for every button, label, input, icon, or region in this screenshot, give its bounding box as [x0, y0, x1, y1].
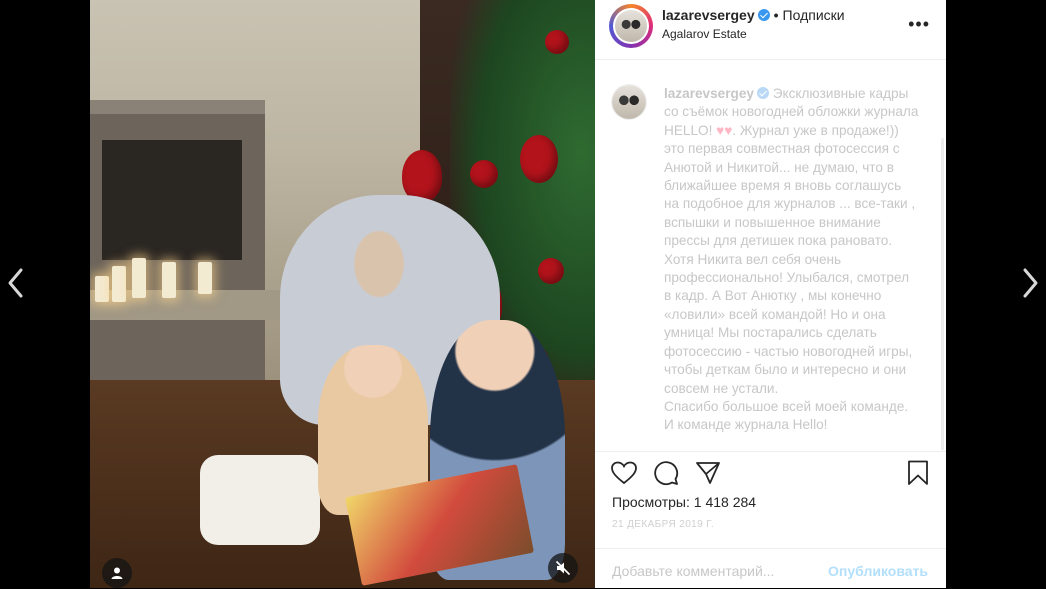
paper-plane-icon[interactable] — [693, 458, 723, 488]
ornament — [520, 135, 558, 183]
user-tag-icon[interactable] — [102, 558, 132, 588]
chevron-left-icon[interactable] — [4, 266, 28, 300]
location-link[interactable]: Agalarov Estate — [662, 27, 747, 41]
ornament — [402, 150, 442, 202]
bookmark-icon[interactable] — [903, 458, 933, 488]
more-options-icon[interactable]: ••• — [908, 14, 930, 35]
comment-bar: Опубликовать — [595, 548, 946, 589]
username-row: lazarevsergey • Подписки — [662, 7, 845, 23]
hearts-emoji: ♥♥ — [716, 122, 733, 138]
following-button[interactable]: Подписки — [783, 7, 845, 23]
ornament — [538, 258, 564, 284]
caption-area: lazarevsergey Эксклюзивные кадры со съём… — [595, 60, 946, 450]
muted-speaker-icon[interactable] — [548, 553, 578, 583]
candle — [112, 266, 126, 302]
comment-icon[interactable] — [651, 458, 681, 488]
chevron-right-icon[interactable] — [1018, 266, 1042, 300]
verified-badge-icon — [757, 9, 770, 21]
caption-body-continued: . Журнал уже в продаже!)) это первая сов… — [664, 122, 916, 396]
ornament — [545, 30, 569, 54]
caption-scrollbar[interactable] — [941, 138, 944, 450]
verified-badge-icon — [756, 87, 769, 99]
candle — [95, 276, 109, 302]
pillow — [200, 455, 320, 545]
caption-thanks: Спасибо большое всей моей команде. И ком… — [664, 398, 909, 433]
firebox — [102, 140, 242, 260]
username-link[interactable]: lazarevsergey — [662, 7, 755, 23]
view-count[interactable]: Просмотры: 1 418 284 — [612, 494, 756, 510]
post-video[interactable] — [90, 0, 595, 588]
candle — [132, 258, 146, 298]
heart-icon[interactable] — [609, 458, 639, 488]
avatar[interactable] — [609, 4, 653, 48]
post-header: lazarevsergey • Подписки Agalarov Estate •… — [595, 0, 946, 60]
post-date[interactable]: 21 декабря 2019 г. — [612, 519, 714, 530]
caption-text: lazarevsergey Эксклюзивные кадры со съём… — [664, 85, 919, 435]
caption-username[interactable]: lazarevsergey — [664, 86, 754, 101]
candle — [198, 262, 212, 294]
caption-avatar[interactable] — [611, 84, 647, 120]
ornament — [470, 160, 498, 188]
action-bar — [595, 451, 946, 496]
publish-button[interactable]: Опубликовать — [828, 563, 928, 579]
post-side-panel: lazarevsergey • Подписки Agalarov Estate •… — [595, 0, 946, 588]
comment-input[interactable] — [612, 563, 832, 579]
candle — [162, 262, 176, 298]
separator-dot: • — [773, 7, 779, 23]
